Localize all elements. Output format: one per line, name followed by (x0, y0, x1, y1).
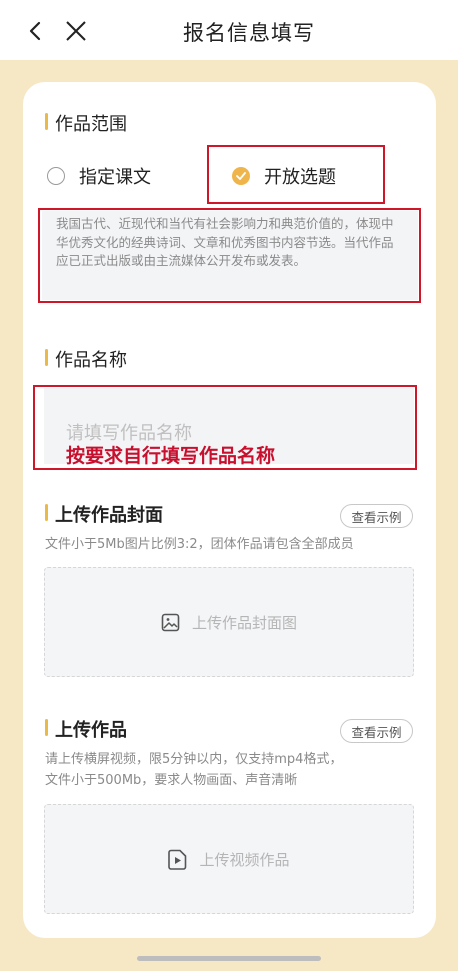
cover-example-button[interactable]: 查看示例 (340, 504, 413, 528)
scope-section-title: 作品范围 (45, 110, 127, 136)
video-file-icon (168, 849, 187, 870)
radio-assigned-text[interactable]: 指定课文 (47, 163, 151, 189)
video-upload-area[interactable]: 上传视频作品 (44, 804, 414, 914)
page-title: 报名信息填写 (183, 21, 315, 45)
radio-label: 指定课文 (79, 167, 151, 188)
cover-section-title: 上传作品封面 (45, 501, 163, 527)
highlight-box-open-topic (207, 145, 385, 204)
top-bar: 报名信息填写 (0, 0, 458, 60)
radio-unchecked-icon (47, 167, 65, 185)
cover-upload-area[interactable]: 上传作品封面图 (44, 567, 414, 677)
cover-upload-label: 上传作品封面图 (191, 613, 297, 632)
work-hint-line1: 请上传横屏视频，限5分钟以内，仅支持mp4格式， (45, 752, 343, 767)
highlight-box-description (38, 208, 421, 303)
name-section-title: 作品名称 (45, 346, 127, 372)
image-icon (161, 613, 180, 632)
video-upload-label: 上传视频作品 (199, 850, 290, 869)
highlight-box-name (33, 385, 417, 470)
cover-hint: 文件小于5Mb图片比例3:2，团体作品请包含全部成员 (45, 537, 354, 552)
work-section-title: 上传作品 (45, 716, 127, 742)
work-example-button[interactable]: 查看示例 (340, 719, 413, 743)
home-indicator[interactable] (137, 956, 321, 961)
work-hint-line2: 文件小于500Mb，要求人物画面、声音清晰 (45, 773, 298, 788)
